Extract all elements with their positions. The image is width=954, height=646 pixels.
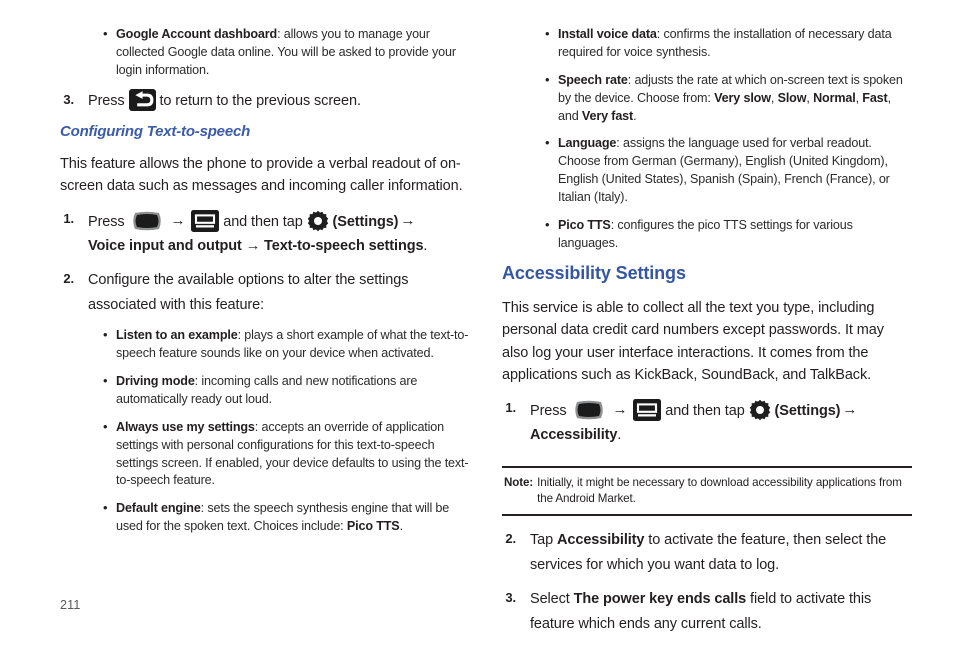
separator: ,: [770, 90, 778, 105]
list-item: Language: assigns the language used for …: [544, 134, 912, 207]
right-column: Install voice data: confirms the install…: [502, 25, 912, 646]
period: .: [617, 427, 622, 444]
settings-label: (Settings): [774, 402, 841, 419]
bullet-term: Speech rate: [558, 72, 628, 87]
bullet-term: Always use my settings: [116, 419, 255, 434]
google-dashboard-bullet-list: Google Account dashboard: allows you to …: [102, 25, 470, 80]
intro-paragraph: This feature allows the phone to provide…: [60, 155, 463, 195]
step-3-power-key: 3. Select The power key ends calls field…: [502, 587, 912, 637]
home-key-icon: [129, 210, 165, 232]
bullet-bold-tail: Pico TTS: [346, 519, 400, 534]
bullet-term: Listen to an example: [116, 328, 238, 343]
step-text: Configure the available options to alter…: [88, 272, 409, 314]
step-text-before: Tap: [530, 532, 558, 549]
home-key-icon: [571, 399, 607, 421]
manual-page: Google Account dashboard: allows you to …: [0, 0, 954, 636]
menu-key-icon: [633, 398, 662, 421]
menu-key-icon: [191, 209, 220, 232]
step-3-back: 3. Press to return to the previous scree…: [60, 88, 470, 114]
bullet-term: Google Account dashboard: [116, 27, 278, 41]
bullet-term: Default engine: [116, 501, 201, 516]
note-inner: Note: Initially, it might be necessary t…: [504, 475, 908, 507]
arrow-glyph: →: [612, 400, 628, 418]
note-callout: Note: Initially, it might be necessary t…: [502, 466, 912, 517]
list-item: Install voice data: confirms the install…: [544, 25, 912, 62]
bullet-term: Pico TTS: [558, 217, 611, 232]
middle-label: and then tap: [665, 402, 745, 419]
speech-rate-option: Very fast: [581, 108, 634, 123]
settings-gear-icon: [749, 399, 771, 421]
heading-accessibility-settings: Accessibility Settings: [502, 262, 686, 283]
step-number: 3.: [63, 91, 74, 107]
list-item: Listen to an example: plays a short exam…: [102, 326, 470, 363]
step-text: Tap Accessibility to activate the featur…: [530, 528, 912, 578]
list-item: Google Account dashboard: allows you to …: [102, 25, 470, 80]
arrow-glyph: →: [400, 211, 416, 229]
step-number: 2.: [505, 531, 516, 547]
step-1-accessibility-path: 1. Press → and then tap (Settings) → Acc…: [502, 397, 912, 449]
bullet-text-after: .: [633, 108, 637, 123]
page-number: 211: [60, 598, 81, 612]
middle-label: and then tap: [223, 213, 303, 230]
step-number: 1.: [63, 210, 74, 226]
step-text: Press → and then tap: [530, 397, 912, 449]
bullet-term: Driving mode: [116, 374, 195, 388]
period: .: [423, 238, 428, 255]
speech-rate-option: Fast: [862, 90, 888, 105]
step-tail-label: to return to the previous screen.: [159, 92, 361, 109]
step-text: Press → and then tap: [88, 208, 470, 260]
step-number: 3.: [505, 590, 516, 606]
speech-rate-option: Normal: [813, 90, 856, 105]
press-label: Press: [88, 213, 125, 230]
note-label: Note:: [504, 476, 534, 490]
settings-label: (Settings): [332, 213, 399, 230]
step-text: Select The power key ends calls field to…: [530, 587, 912, 637]
bullet-text-after: .: [399, 519, 404, 534]
tts-options-bullet-list: Listen to an example: plays a short exam…: [102, 326, 470, 536]
back-key-icon: [128, 88, 156, 111]
arrow-glyph: →: [842, 400, 858, 418]
accessibility-intro-paragraph: This service is able to collect all the …: [502, 299, 884, 384]
step-2-tap-accessibility: 2. Tap Accessibility to activate the fea…: [502, 528, 912, 578]
speech-rate-option: Very slow: [714, 90, 771, 105]
settings-gear-icon: [307, 210, 329, 232]
list-item: Speech rate: adjusts the rate at which o…: [544, 71, 912, 126]
settings-path: Accessibility: [530, 427, 618, 444]
press-label: Press: [88, 92, 125, 109]
step-bold-term: The power key ends calls: [573, 591, 747, 608]
note-text: Initially, it might be necessary to down…: [537, 476, 902, 506]
list-item: Driving mode: incoming calls and new not…: [102, 372, 470, 409]
arrow-glyph: →: [170, 211, 186, 229]
press-label: Press: [530, 402, 567, 419]
left-column: Google Account dashboard: allows you to …: [60, 25, 470, 546]
list-item: Default engine: sets the speech synthesi…: [102, 499, 470, 536]
speech-rate-option: Slow: [777, 90, 807, 105]
step-text-before: Select: [530, 591, 574, 608]
settings-path: Voice input and output → Text-to-speech …: [88, 238, 424, 255]
step-text: Press to return to the previous screen.: [88, 88, 470, 114]
bullet-term: Language: [558, 136, 617, 151]
step-2-configure-options: 2. Configure the available options to al…: [60, 268, 470, 318]
step-number: 2.: [63, 271, 74, 287]
subheading-configuring-text-to-speech: Configuring Text-to-speech: [60, 122, 251, 140]
step-1-tts-path: 1. Press → and then tap (Settings) → Voi…: [60, 208, 470, 260]
list-item: Always use my settings: accepts an overr…: [102, 418, 470, 491]
bullet-term: Install voice data: [558, 27, 657, 41]
list-item: Pico TTS: configures the pico TTS settin…: [544, 216, 912, 253]
tts-options-bullet-list-continued: Install voice data: confirms the install…: [544, 25, 912, 253]
step-bold-term: Accessibility: [557, 532, 645, 549]
step-number: 1.: [505, 399, 516, 415]
